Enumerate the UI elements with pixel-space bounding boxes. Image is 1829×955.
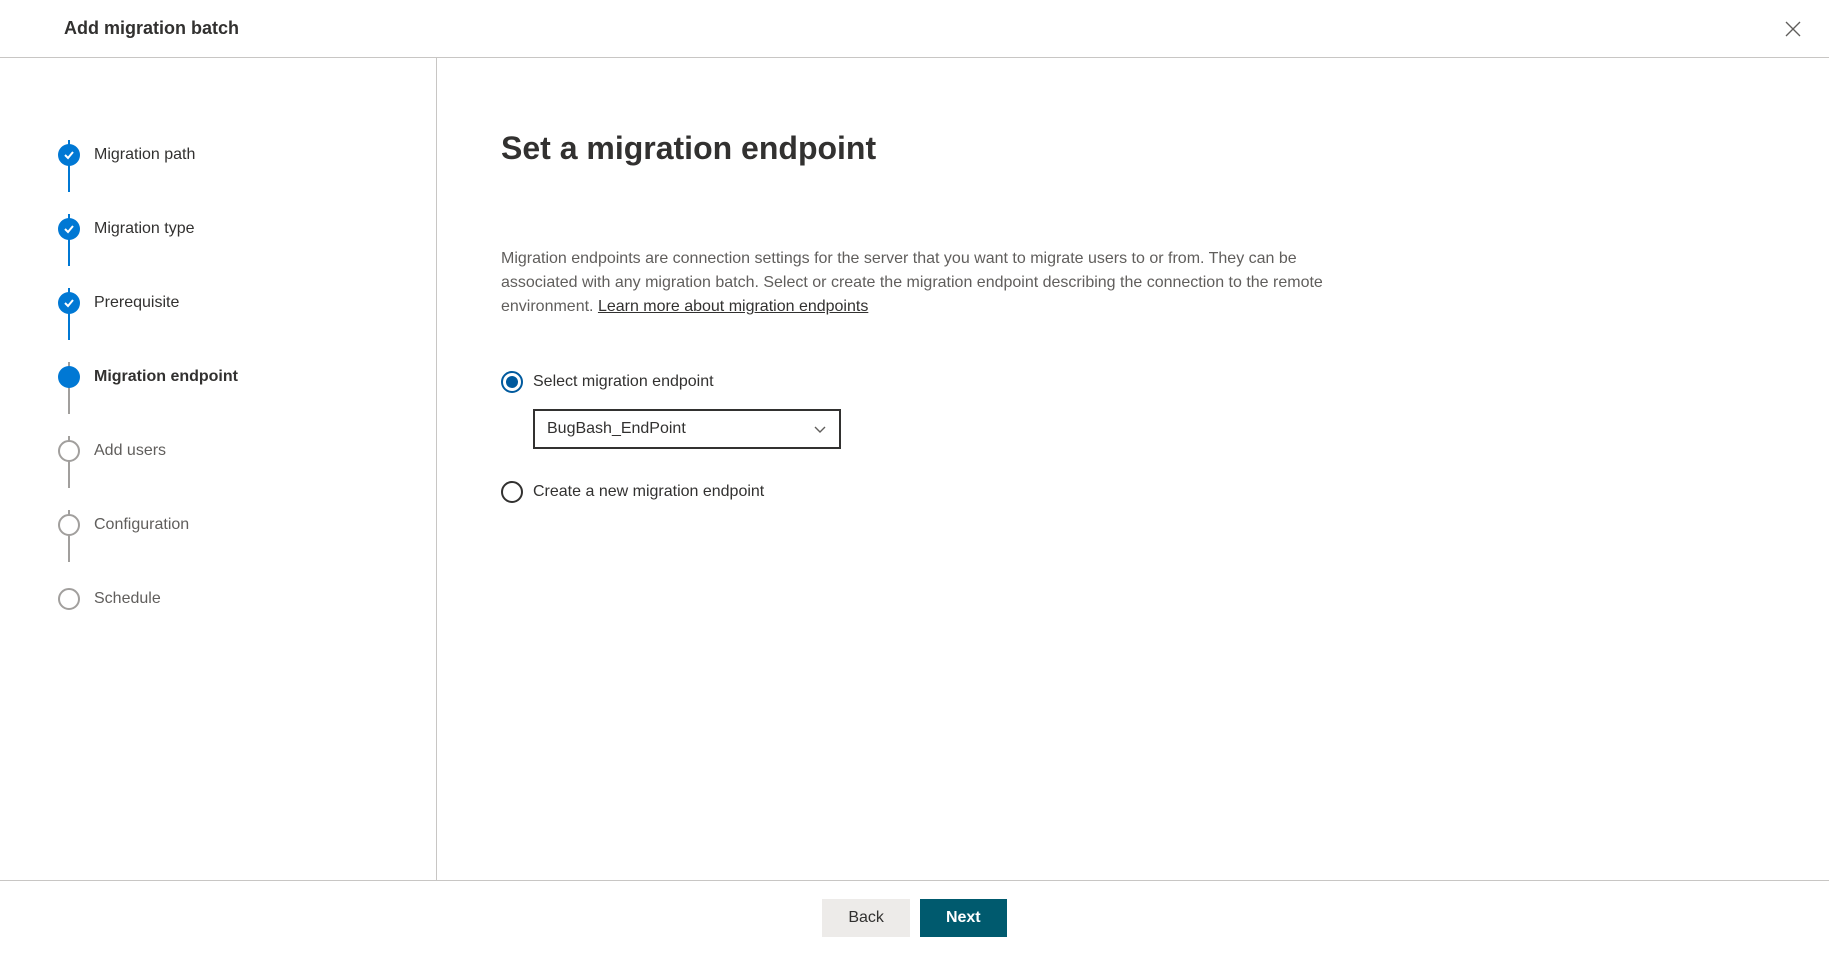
radio-dot-icon bbox=[506, 376, 518, 388]
step-label: Add users bbox=[94, 442, 166, 460]
radio-icon bbox=[501, 371, 523, 393]
step-schedule[interactable]: Schedule bbox=[58, 562, 436, 636]
checkmark-icon bbox=[58, 292, 80, 314]
endpoint-option-group: Select migration endpoint BugBash_EndPoi… bbox=[501, 371, 1373, 507]
step-label: Prerequisite bbox=[94, 294, 179, 312]
step-label: Migration type bbox=[94, 220, 195, 238]
wizard-footer: Back Next bbox=[0, 880, 1829, 955]
checkmark-icon bbox=[58, 218, 80, 240]
endpoint-dropdown[interactable]: BugBash_EndPoint bbox=[533, 409, 841, 449]
step-migration-type[interactable]: Migration type bbox=[58, 192, 436, 266]
radio-icon bbox=[501, 481, 523, 503]
chevron-down-icon bbox=[813, 422, 827, 436]
pending-step-icon bbox=[58, 440, 80, 462]
checkmark-icon bbox=[58, 144, 80, 166]
next-button[interactable]: Next bbox=[920, 899, 1007, 937]
wizard-sidebar: Migration path Migration type bbox=[0, 58, 437, 880]
learn-more-link[interactable]: Learn more about migration endpoints bbox=[598, 298, 868, 315]
step-label: Migration path bbox=[94, 146, 195, 164]
description-text: Migration endpoints are connection setti… bbox=[501, 247, 1373, 319]
dialog-header: Add migration batch bbox=[0, 0, 1829, 58]
pending-step-icon bbox=[58, 514, 80, 536]
step-add-users[interactable]: Add users bbox=[58, 414, 436, 488]
step-label: Schedule bbox=[94, 590, 161, 608]
step-list: Migration path Migration type bbox=[58, 118, 436, 636]
radio-label: Select migration endpoint bbox=[533, 373, 714, 391]
radio-label: Create a new migration endpoint bbox=[533, 483, 764, 501]
body-container: Migration path Migration type bbox=[0, 58, 1829, 880]
radio-select-endpoint[interactable]: Select migration endpoint bbox=[501, 371, 1373, 393]
pending-step-icon bbox=[58, 588, 80, 610]
step-label: Configuration bbox=[94, 516, 189, 534]
dropdown-value: BugBash_EndPoint bbox=[547, 420, 686, 438]
step-prerequisite[interactable]: Prerequisite bbox=[58, 266, 436, 340]
close-icon[interactable] bbox=[1785, 21, 1801, 37]
step-configuration[interactable]: Configuration bbox=[58, 488, 436, 562]
dialog-title: Add migration batch bbox=[64, 18, 239, 39]
step-label: Migration endpoint bbox=[94, 368, 238, 386]
main-content: Set a migration endpoint Migration endpo… bbox=[437, 58, 1437, 880]
page-title: Set a migration endpoint bbox=[501, 130, 1373, 167]
current-step-icon bbox=[58, 366, 80, 388]
radio-create-endpoint[interactable]: Create a new migration endpoint bbox=[501, 481, 1373, 503]
step-migration-endpoint[interactable]: Migration endpoint bbox=[58, 340, 436, 414]
back-button[interactable]: Back bbox=[822, 899, 910, 937]
step-migration-path[interactable]: Migration path bbox=[58, 118, 436, 192]
